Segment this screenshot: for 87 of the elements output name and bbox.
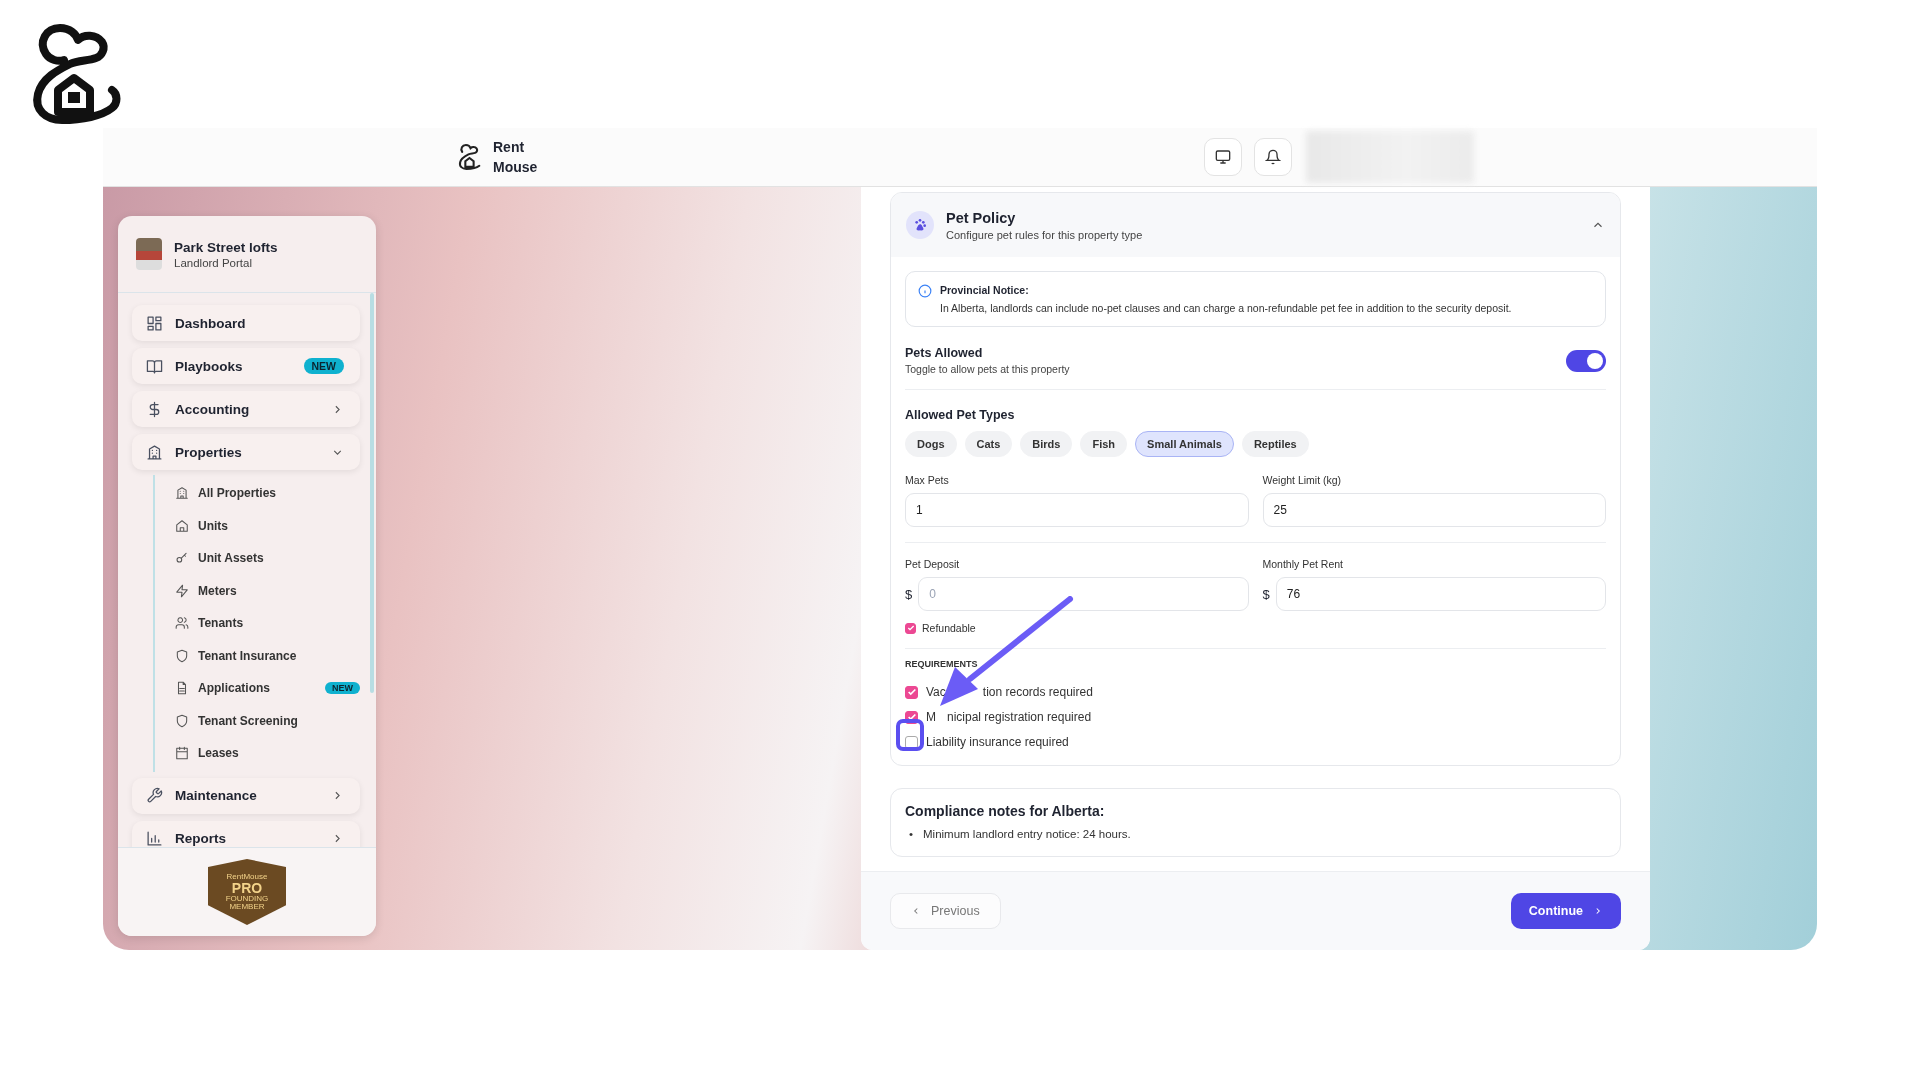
nav-item[interactable]: Accounting [132, 391, 360, 427]
checkbox-label: Refundable [922, 622, 976, 634]
checkmark-icon [906, 712, 917, 722]
pet-type-chip[interactable]: Cats [964, 431, 1013, 457]
nav-item[interactable]: Properties [132, 434, 360, 470]
new-badge: NEW [325, 682, 360, 695]
people-icon [175, 616, 189, 631]
checkbox-label: Liability insurance required [926, 735, 1069, 749]
checkbox-label: tion records required [982, 685, 1093, 699]
mouse-logo-icon [457, 143, 483, 171]
calendar-icon [175, 746, 189, 761]
checkbox[interactable] [905, 622, 916, 634]
pet-type-chip[interactable]: Reptiles [1241, 431, 1309, 457]
checkbox-label: M [926, 710, 936, 724]
checkbox-label: nicipal registration required [947, 710, 1092, 724]
compliance-title: Compliance notes for Alberta: [905, 803, 1106, 819]
scrollbar[interactable] [370, 293, 374, 693]
nav-subitem[interactable]: All Properties [175, 477, 360, 510]
paw-icon [906, 211, 934, 239]
toggle-switch[interactable] [1566, 349, 1606, 372]
group-label: Allowed Pet Types [905, 408, 1016, 422]
compliance-note: Minimum landlord entry notice: 24 hours. [923, 828, 1131, 840]
brand-name: Rent Mouse [493, 138, 539, 177]
setting-hint: Toggle to allow pets at this property [905, 363, 1071, 375]
building-icon [146, 443, 163, 461]
checkbox-label: Vac [926, 685, 946, 699]
continue-button[interactable]: Continue [1510, 892, 1621, 929]
house-icon [175, 518, 189, 533]
input-field[interactable]: 0 [918, 577, 1249, 611]
building-icon [175, 486, 189, 501]
property-logo-image [136, 238, 162, 270]
field-label: Monthly Pet Rent [1262, 558, 1345, 570]
pet-type-chip[interactable]: Birds [1020, 431, 1073, 457]
wrench-icon [146, 787, 163, 804]
bell-icon [1265, 149, 1281, 165]
portal-subtitle: Landlord Portal [174, 256, 253, 269]
previous-button[interactable]: Previous [890, 892, 1001, 929]
checkbox[interactable] [905, 685, 918, 699]
nav-subitem[interactable]: Tenant Insurance [175, 639, 360, 672]
field-label: Pet Deposit [905, 558, 961, 570]
info-icon [918, 284, 932, 298]
nav-subitem[interactable]: Unit Assets [175, 542, 360, 575]
input-field[interactable]: 1 [905, 493, 1249, 527]
checkmark-icon [906, 624, 915, 632]
field-label: Max Pets [905, 474, 950, 486]
field-label: Weight Limit (kg) [1262, 474, 1343, 486]
notice-title: Provincial Notice: [940, 284, 1030, 296]
section-subtitle: Configure pet rules for this property type [946, 228, 1144, 241]
notice-text: In Alberta, landlords can include no-pet clauses and can charge a non-refundable pet fee in addition to the security deposit. [940, 302, 1512, 314]
pet-type-chip[interactable]: Fish [1080, 431, 1128, 457]
nav-subitem[interactable]: Meters [175, 574, 360, 607]
nav-subitem[interactable]: Leases [175, 737, 360, 770]
setting-label: Pets Allowed [905, 346, 984, 360]
pet-type-chip[interactable]: Dogs [905, 431, 957, 457]
property-name: Park Street lofts [174, 239, 278, 255]
currency-symbol: $ [905, 586, 913, 602]
nav-subitem[interactable]: Tenants [175, 607, 360, 640]
bullet: • [909, 828, 914, 840]
nav-item[interactable]: Playbooks NEW [132, 348, 360, 384]
nav-item[interactable]: Dashboard [132, 305, 360, 341]
new-badge: NEW [303, 358, 344, 374]
document-icon [175, 681, 189, 696]
highlight-ring [896, 719, 924, 751]
input-field[interactable]: 76 [1275, 577, 1606, 611]
nav-item[interactable]: Reports [132, 820, 360, 847]
shield-icon [175, 648, 189, 663]
monitor-icon [1215, 149, 1231, 165]
nav-subitem[interactable]: Applications NEW [175, 672, 360, 705]
section-title: Pet Policy [946, 209, 1017, 226]
pet-type-chip[interactable]: Small Animals [1135, 431, 1234, 457]
checkbox[interactable] [905, 735, 918, 749]
shield-icon [175, 713, 189, 728]
key-icon [175, 551, 189, 566]
lightning-icon [175, 583, 189, 598]
currency-symbol: $ [1262, 586, 1270, 602]
input-field[interactable]: 25 [1262, 493, 1606, 527]
book-icon [146, 357, 163, 375]
notifications-button[interactable] [1254, 138, 1292, 176]
nav-subitem[interactable]: Tenant Screening [175, 704, 360, 737]
nav-item[interactable]: Maintenance [132, 777, 360, 814]
founding-member-badge: RentMouse PRO FOUNDING MEMBER [208, 859, 286, 925]
nav-subitem[interactable]: Units [175, 509, 360, 542]
requirements-heading: REQUIREMENTS [905, 659, 979, 669]
bar-chart-icon [146, 830, 163, 847]
grid-icon [146, 314, 163, 332]
checkmark-icon [906, 687, 917, 697]
monitor-button[interactable] [1204, 138, 1242, 176]
